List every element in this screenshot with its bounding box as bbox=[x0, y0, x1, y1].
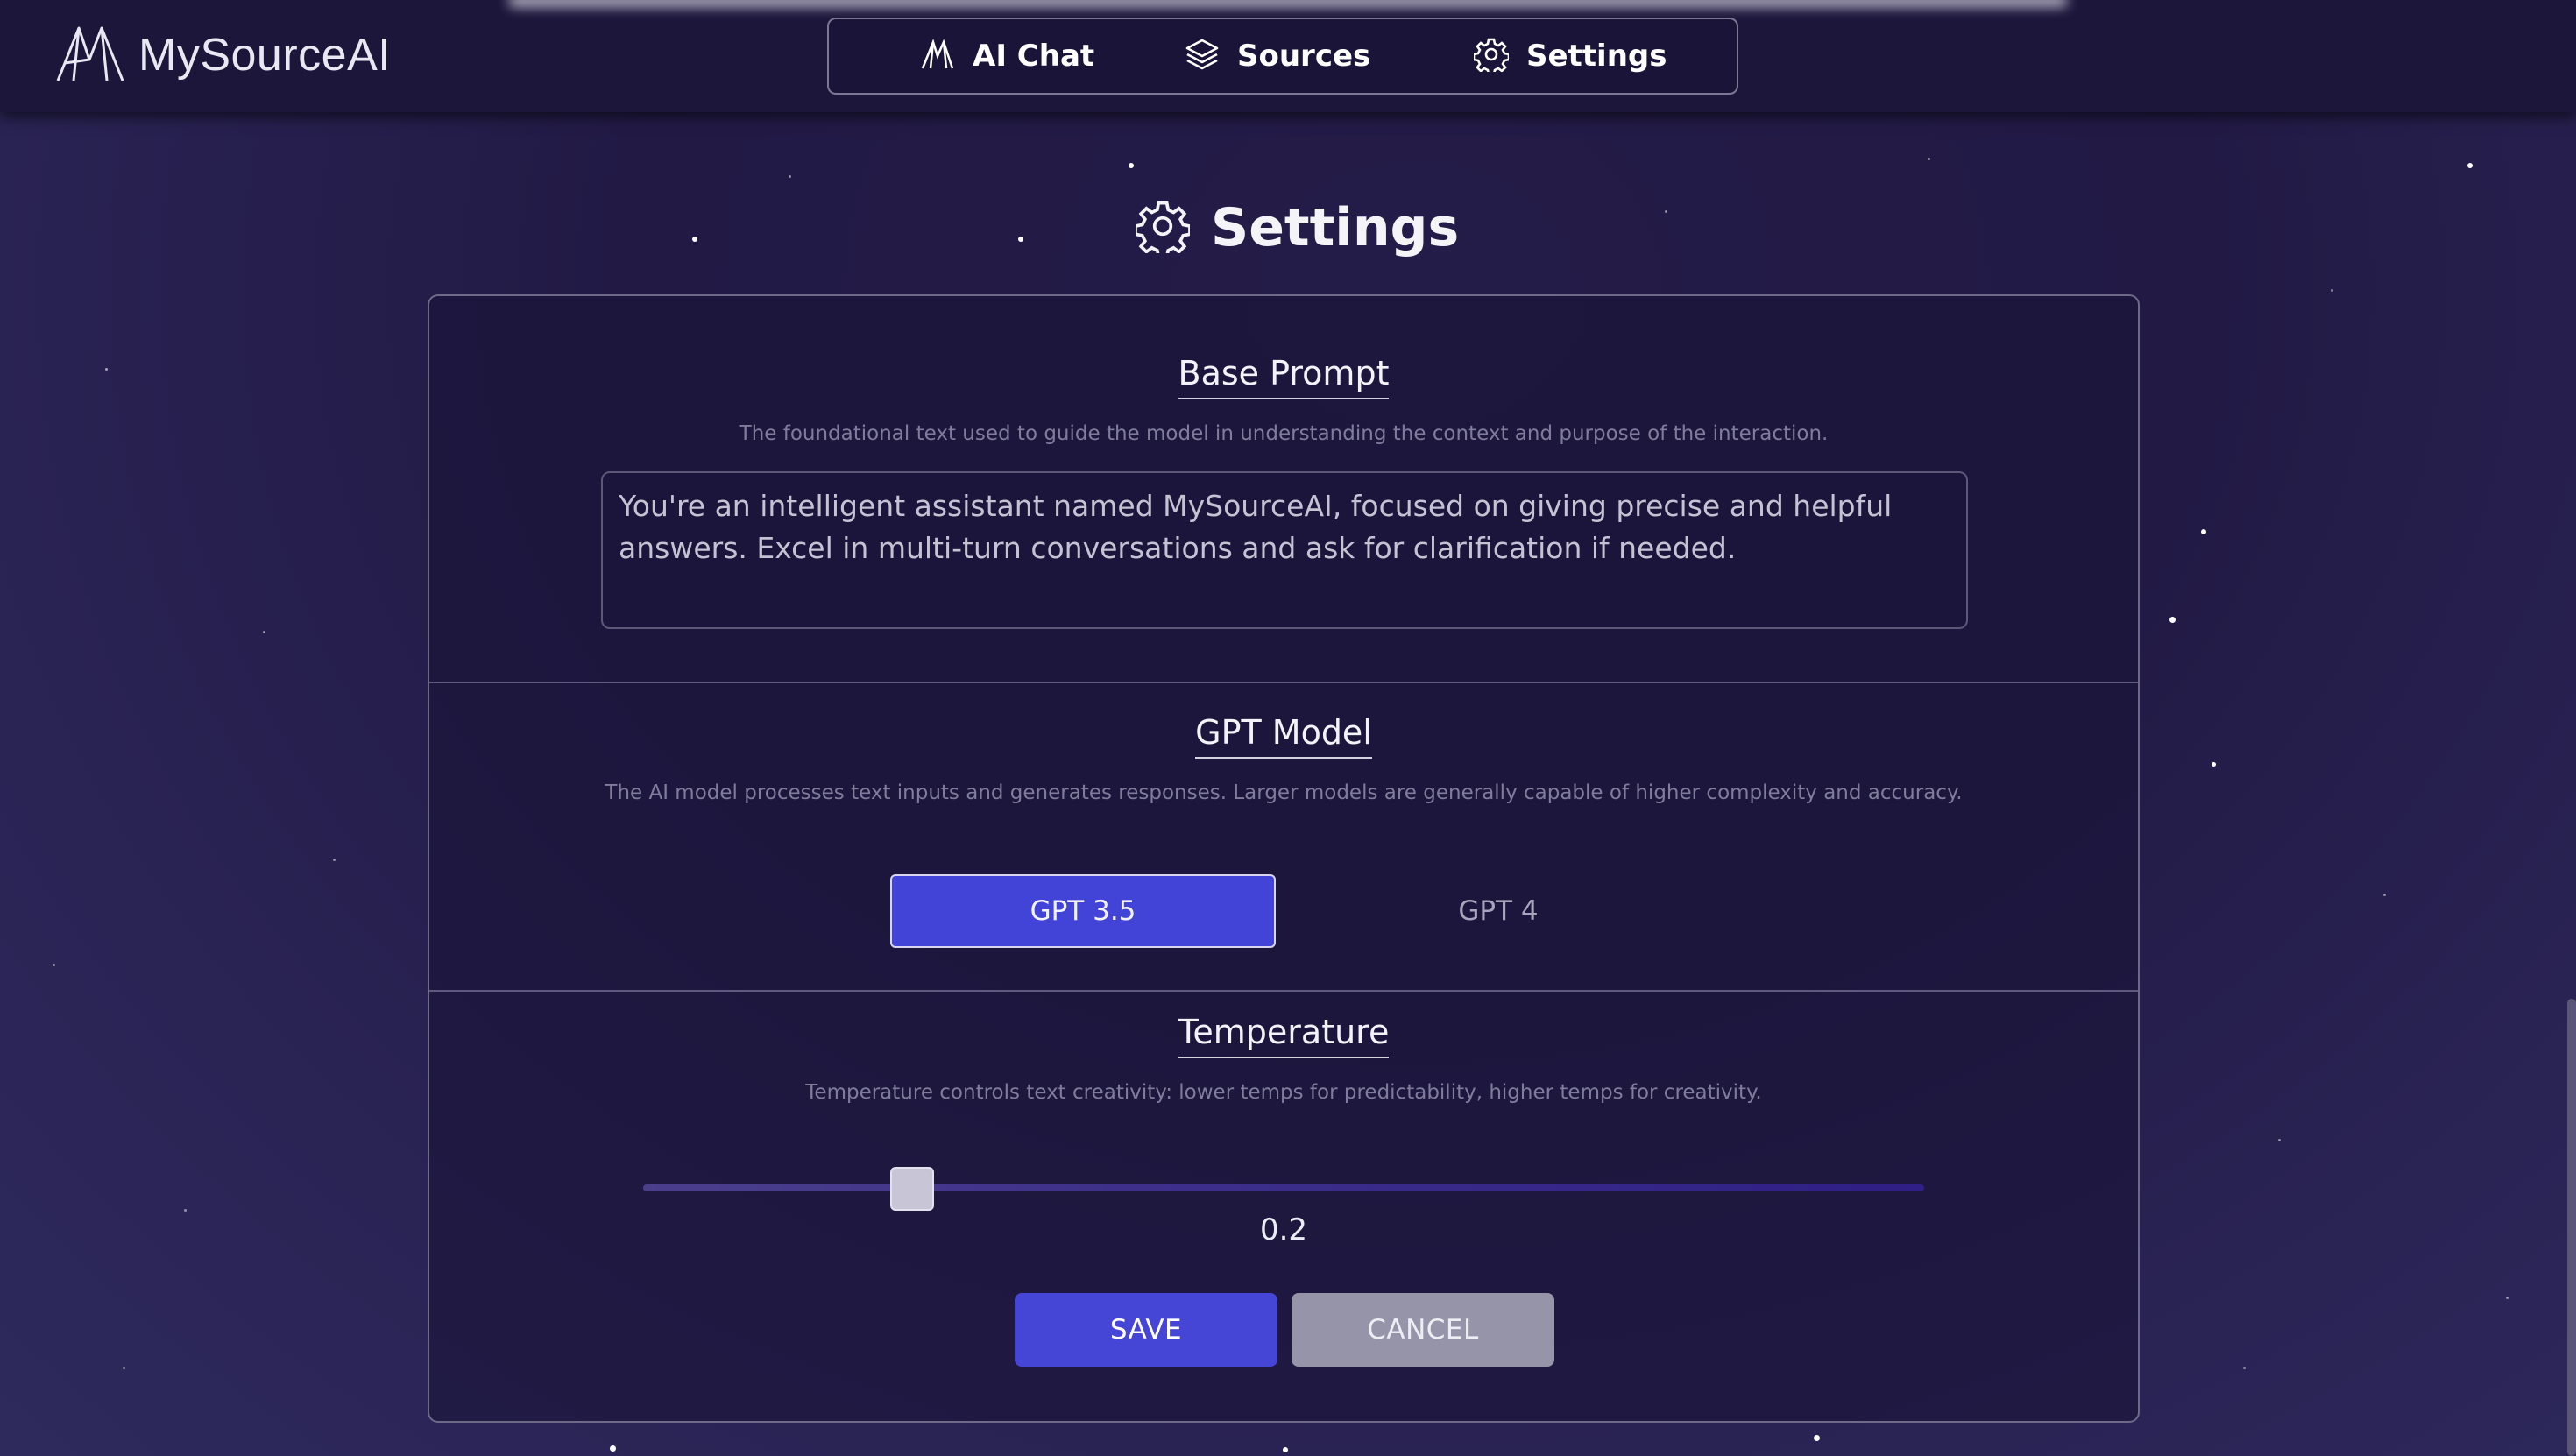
temperature-value: 0.2 bbox=[1259, 1212, 1308, 1247]
brand-name: MySourceAI bbox=[138, 30, 392, 81]
save-button[interactable]: SAVE bbox=[1015, 1293, 1277, 1367]
temperature-description: Temperature controls text creativity: lo… bbox=[805, 1081, 1762, 1104]
layers-icon bbox=[1185, 37, 1237, 75]
header-glow bbox=[508, 0, 2068, 7]
settings-card: Base Prompt The foundational text used t… bbox=[428, 294, 2140, 1423]
main-nav: AI Chat Sources Settings bbox=[827, 18, 1738, 95]
temperature-slider-thumb[interactable] bbox=[890, 1167, 934, 1211]
gpt-35-option[interactable]: GPT 3.5 bbox=[890, 874, 1276, 948]
mysourceai-logo-icon bbox=[54, 25, 126, 86]
page-title-text: Settings bbox=[1211, 197, 1460, 258]
section-divider bbox=[429, 990, 2138, 992]
base-prompt-description: The foundational text used to guide the … bbox=[739, 422, 1829, 445]
base-prompt-title: Base Prompt bbox=[429, 354, 2138, 399]
gpt-4-option[interactable]: GPT 4 bbox=[1306, 874, 1691, 948]
section-divider bbox=[429, 682, 2138, 683]
top-header: MySourceAI AI Chat Sources Settings bbox=[0, 0, 2576, 112]
nav-ai-chat[interactable]: AI Chat bbox=[920, 19, 1094, 93]
gear-icon bbox=[1134, 199, 1211, 259]
page-title: Settings bbox=[1134, 194, 1460, 261]
gpt-model-description: The AI model processes text inputs and g… bbox=[605, 781, 1963, 804]
nav-label: Settings bbox=[1526, 39, 1667, 74]
temperature-slider-track[interactable] bbox=[643, 1184, 1924, 1191]
temperature-title: Temperature bbox=[429, 1013, 2138, 1058]
cancel-button[interactable]: CANCEL bbox=[1292, 1293, 1554, 1367]
ai-logo-icon bbox=[920, 37, 973, 75]
nav-settings[interactable]: Settings bbox=[1472, 19, 1667, 93]
nav-label: Sources bbox=[1237, 39, 1371, 74]
brand[interactable]: MySourceAI bbox=[54, 26, 391, 84]
gpt-model-title: GPT Model bbox=[429, 713, 2138, 759]
nav-label: AI Chat bbox=[973, 39, 1095, 74]
base-prompt-textarea[interactable]: You're an intelligent assistant named My… bbox=[601, 471, 1968, 629]
page-scrollbar[interactable] bbox=[2567, 999, 2576, 1456]
nav-sources[interactable]: Sources bbox=[1185, 19, 1370, 93]
gear-icon bbox=[1472, 37, 1526, 76]
